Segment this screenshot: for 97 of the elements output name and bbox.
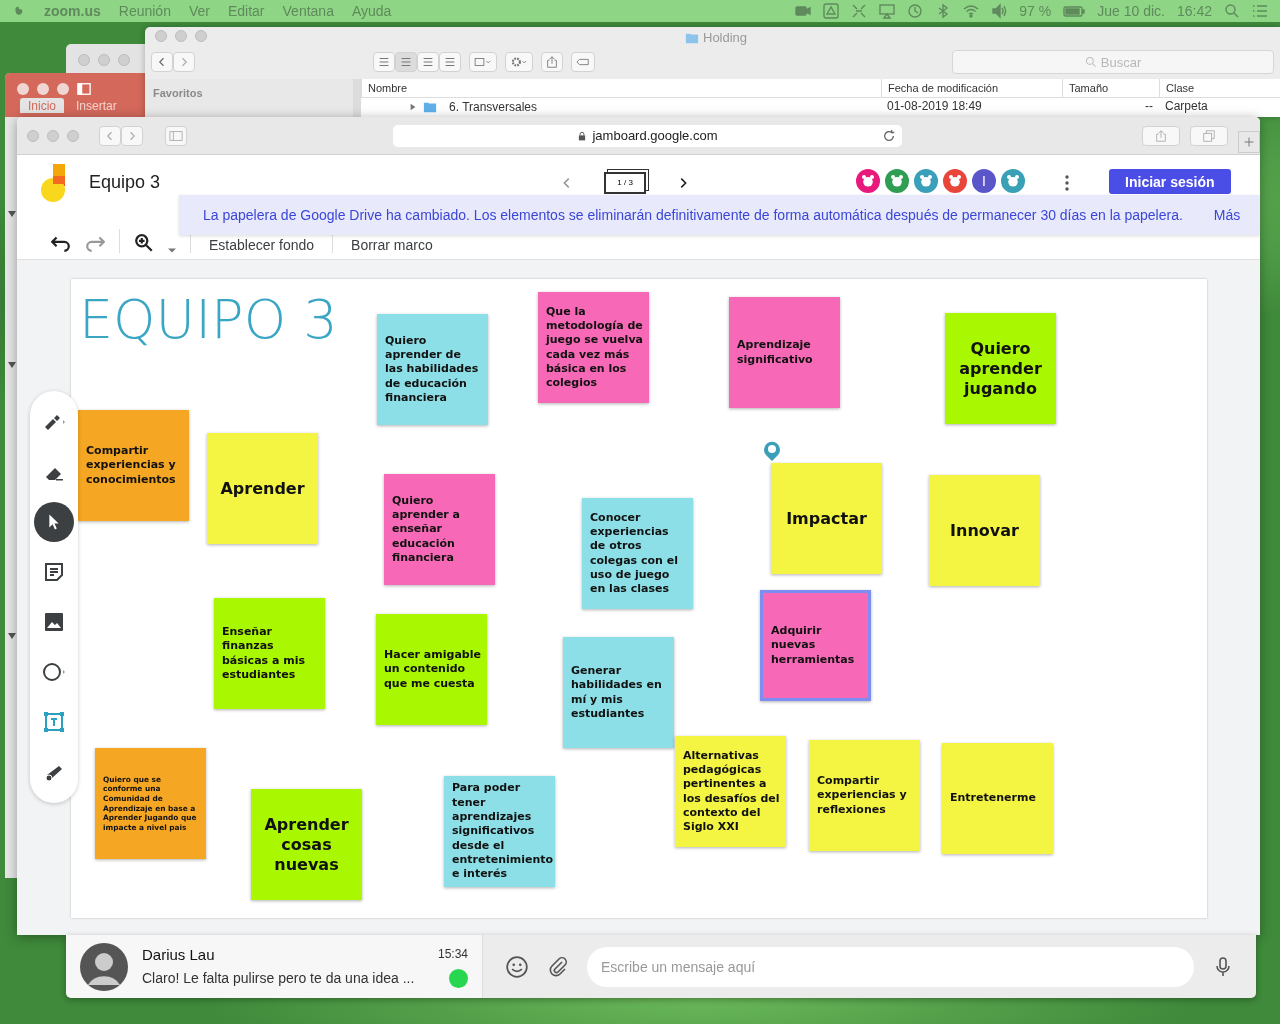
list-icon[interactable]	[1252, 3, 1268, 19]
file-name[interactable]: 6. Transversales	[443, 99, 544, 115]
battery-percentage: 97 %	[1019, 3, 1052, 19]
column-header[interactable]: Clase	[1159, 79, 1280, 97]
tabs-icon[interactable]	[1202, 128, 1216, 143]
forward-button[interactable]	[121, 125, 143, 146]
caret-icon[interactable]	[8, 211, 16, 217]
lock-icon[interactable]	[577, 130, 588, 141]
window-control[interactable]	[175, 30, 187, 42]
board-heading: EQUIPO 3	[79, 293, 338, 347]
table-cell-text: --	[1144, 98, 1154, 115]
more-icon[interactable]	[1065, 174, 1070, 191]
window-control[interactable]	[17, 83, 29, 95]
folder-icon[interactable]	[423, 100, 437, 114]
board-title[interactable]: Equipo 3	[89, 172, 161, 193]
logo-icon	[39, 163, 67, 202]
column-header[interactable]: Fecha de modificación	[881, 79, 1062, 97]
sticky-note[interactable]: Conocer experiencias de otros colegas con el uso de juego en las clases	[582, 498, 693, 609]
avatar-icon[interactable]	[883, 167, 912, 195]
tabs-button[interactable]	[1190, 125, 1228, 146]
zoom-in-icon[interactable]	[134, 233, 154, 253]
sticky-note[interactable]: Adquirir nuevas herramientas	[760, 590, 871, 701]
banner-text: La papelera de Google Drive ha cambiado. Los elementos se eliminarán definitivamente de forma automática después de permanecer 30 días en la papelera.	[203, 207, 1183, 223]
sticky-note[interactable]: Aprender	[207, 433, 318, 544]
more-link[interactable]: Más	[1213, 207, 1241, 223]
avatar[interactable]: I	[970, 167, 999, 195]
avatar-icon[interactable]	[941, 167, 970, 195]
set-background-button[interactable]: Establecer fondo	[205, 237, 319, 253]
sticky-note[interactable]: Compartir experiencias y reflexiones	[809, 740, 920, 851]
message-preview: Claro! Le falta pulirse pero te da una idea ...	[142, 970, 415, 986]
status-dot	[449, 968, 468, 988]
display-icon[interactable]	[879, 3, 896, 19]
window-control[interactable]	[37, 83, 49, 95]
tool-button[interactable]	[34, 502, 74, 542]
message-time: 15:34	[437, 947, 468, 961]
column-header[interactable]: Nombre	[361, 79, 881, 97]
sticky-note[interactable]: Innovar	[929, 475, 1040, 586]
search-icon[interactable]	[1224, 3, 1240, 19]
sidebar-heading: Favoritos	[153, 87, 203, 99]
sticky-note[interactable]: Compartir experiencias y conocimientos	[78, 410, 189, 521]
sticky-note[interactable]: Para poder tener aprendizajes significativos desde el entretenimiento e interés	[444, 776, 555, 887]
menu-time: 16:42	[1176, 3, 1212, 19]
wifi-icon[interactable]	[963, 3, 980, 19]
menu-date: Jue 10 dic.	[1097, 3, 1165, 19]
sticky-note[interactable]: Hacer amigable un contenido que me cuesta	[376, 614, 487, 725]
plus-icon[interactable]	[1243, 136, 1255, 148]
back-button[interactable]	[151, 52, 173, 72]
window-title: Holding	[703, 30, 748, 45]
emoji-icon[interactable]	[505, 954, 529, 979]
circle-icon[interactable]	[42, 661, 66, 683]
new-tab-button[interactable]	[1238, 131, 1260, 153]
sticky-note[interactable]: Alternativas pedagógicas pertinentes a los desafíos del contexto del Siglo XXI	[675, 736, 786, 847]
reload-icon[interactable]	[882, 128, 896, 143]
paperclip-icon[interactable]	[547, 955, 569, 978]
disclosure-icon[interactable]	[409, 102, 417, 112]
avatar-icon[interactable]	[80, 942, 128, 991]
sticky-note[interactable]: Quiero aprender de las habilidades de educación financiera	[377, 314, 488, 425]
back-button[interactable]	[99, 125, 121, 146]
battery-icon[interactable]	[1063, 3, 1086, 19]
volume-icon[interactable]	[991, 3, 1008, 19]
image-icon[interactable]	[43, 611, 65, 633]
sticky-note[interactable]: Impactar	[771, 463, 882, 574]
caret-icon[interactable]	[8, 362, 16, 368]
table-cell-text: 01-08-2019 18:49	[886, 98, 983, 115]
avatar-icon[interactable]	[912, 167, 941, 195]
message-field[interactable]: Escribe un mensaje aquí	[587, 946, 1194, 987]
window-control[interactable]	[195, 30, 207, 42]
forward-button[interactable]	[173, 52, 195, 72]
sticky-note[interactable]: Que la metodología de juego se vuelva cada vez más básica en los colegios	[538, 292, 649, 403]
sticky-note[interactable]: Entretenerme	[942, 743, 1053, 854]
sticky-note[interactable]: Generar habilidades en mí y mis estudiantes	[563, 637, 674, 748]
share-button[interactable]	[1142, 125, 1180, 146]
page-thumbnail[interactable]: 1 / 3	[604, 171, 647, 194]
address-field[interactable]: jamboard.google.com	[393, 124, 902, 147]
clock-icon[interactable]	[907, 3, 924, 19]
sticky-note[interactable]: Enseñar finanzas básicas a mis estudiantes	[214, 598, 325, 709]
caret-icon[interactable]	[8, 633, 16, 639]
sticky-note[interactable]: Quiero aprender a enseñar educación financiera	[384, 474, 495, 585]
note-icon[interactable]	[43, 561, 65, 583]
sticky-note[interactable]: Aprendizaje significativo	[729, 297, 840, 408]
sign-in-button[interactable]: Iniciar sesión	[1109, 169, 1231, 194]
column-header[interactable]: Tamaño	[1062, 79, 1159, 97]
sticky-note[interactable]: Quiero aprender jugando	[945, 313, 1056, 424]
clear-frame-button[interactable]: Borrar marco	[347, 237, 437, 253]
avatar-icon[interactable]	[854, 167, 883, 195]
sidebar-icon[interactable]	[77, 82, 91, 96]
share-icon[interactable]	[1154, 128, 1168, 143]
collaborator-marker-icon	[762, 439, 782, 461]
search-icon[interactable]	[1084, 56, 1097, 68]
window-control[interactable]	[57, 83, 69, 95]
table-cell-text: Carpeta	[1164, 98, 1209, 115]
window-control[interactable]	[155, 30, 167, 42]
contact-name[interactable]: Darius Lau	[142, 945, 215, 963]
caret-icon[interactable]	[168, 248, 176, 253]
video-icon[interactable]	[795, 3, 812, 19]
sticky-note[interactable]: Aprender cosas nuevas	[251, 789, 362, 900]
text-box-icon[interactable]	[43, 711, 65, 733]
